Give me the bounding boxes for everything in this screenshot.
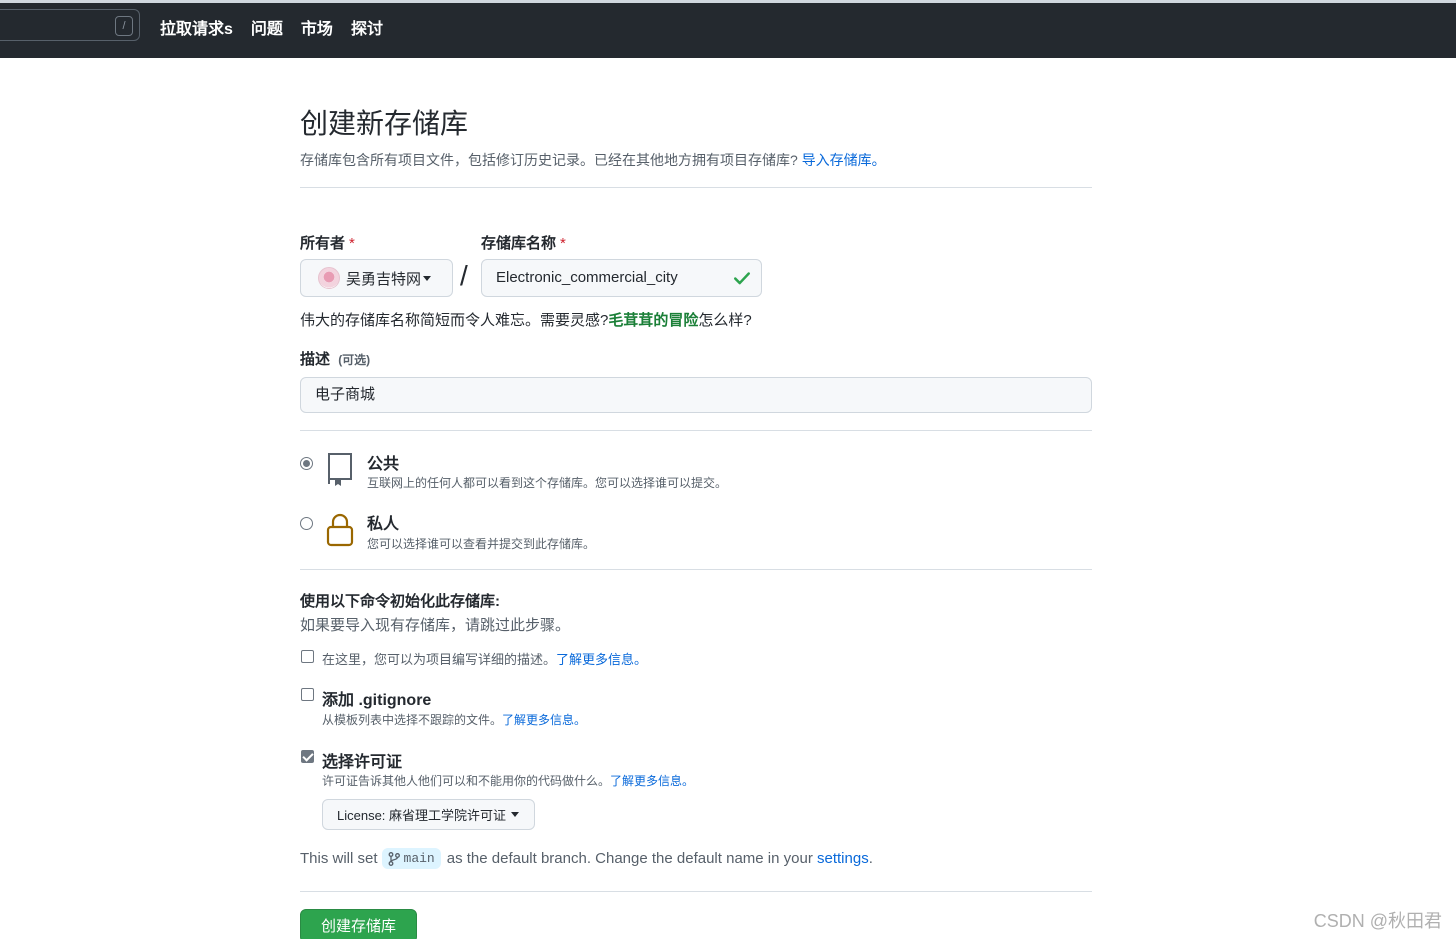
init-heading: 使用以下命令初始化此存储库: <box>300 593 500 610</box>
owner-repo-separator: / <box>460 260 468 291</box>
license-desc: 许可证告诉其他人他们可以和不能用你的代码做什么。 <box>322 774 611 788</box>
description-value: 电子商城 <box>315 386 376 403</box>
hint-suffix: 怎么样? <box>698 312 752 329</box>
readme-learn-more-link[interactable]: 了解更多信息。 <box>556 652 647 667</box>
license-select[interactable]: License: 麻省理工学院许可证 <box>322 799 535 830</box>
divider <box>300 430 1092 431</box>
default-branch-note: This will set main as the default branch… <box>300 848 873 869</box>
license-checkbox[interactable] <box>301 750 314 763</box>
top-navigation-bar: / 拉取请求s 问题 市场 探讨 <box>0 0 1456 58</box>
gitignore-desc: 从模板列表中选择不跟踪的文件。 <box>322 713 503 727</box>
repo-name-label-text: 存储库名称 <box>481 235 557 252</box>
readme-checkbox[interactable] <box>301 650 314 663</box>
owner-name: 吴勇吉特网 <box>346 270 422 288</box>
gitignore-checkbox[interactable] <box>301 688 314 701</box>
repo-name-label: 存储库名称 * <box>481 232 566 253</box>
description-input[interactable]: 电子商城 <box>300 377 1092 413</box>
gitignore-learn-more-link[interactable]: 了解更多信息。 <box>502 713 586 727</box>
readme-text: 在这里，您可以为项目编写详细的描述。 <box>322 652 557 667</box>
branch-name-pill: main <box>381 848 441 869</box>
description-label: 描述 (可选) <box>300 348 370 369</box>
page-subtitle: 存储库包含所有项目文件，包括修订历史记录。已经在其他地方拥有项目存储库? 导入存… <box>300 150 1092 170</box>
create-repo-form: 创建新存储库 存储库包含所有项目文件，包括修订历史记录。已经在其他地方拥有项目存… <box>300 100 1092 939</box>
chevron-down-icon <box>511 812 520 817</box>
owner-select[interactable]: 吴勇吉特网 <box>300 259 453 297</box>
main-nav: 拉取请求s 问题 市场 探讨 <box>160 15 383 39</box>
private-title: 私人 <box>367 516 400 533</box>
repo-icon <box>328 453 352 486</box>
page-title: 创建新存储库 <box>300 108 469 139</box>
import-repo-link[interactable]: 导入存储库。 <box>802 152 886 168</box>
gitignore-desc-row: 从模板列表中选择不跟踪的文件。了解更多信息。 <box>322 711 586 728</box>
license-select-label: License: 麻省理工学院许可证 <box>337 808 507 823</box>
description-label-text: 描述 <box>300 351 331 368</box>
hint-text: 伟大的存储库名称简短而令人难忘。需要灵感? <box>300 312 609 329</box>
repo-name-input[interactable]: Electronic_commercial_city <box>481 259 762 297</box>
branch-middle: as the default branch. Change the defaul… <box>446 850 813 867</box>
private-desc: 您可以选择谁可以查看并提交到此存储库。 <box>367 537 596 551</box>
private-radio[interactable] <box>300 517 313 530</box>
branch-name: main <box>403 851 435 866</box>
divider <box>300 891 1092 892</box>
chevron-down-icon <box>423 275 432 281</box>
settings-link[interactable]: settings <box>817 850 869 867</box>
subtitle-text: 存储库包含所有项目文件，包括修订历史记录。已经在其他地方拥有项目存储库? <box>300 152 798 168</box>
nav-marketplace[interactable]: 市场 <box>301 15 333 39</box>
search-shortcut-key: / <box>115 16 133 36</box>
repo-name-hint: 伟大的存储库名称简短而令人难忘。需要灵感?毛茸茸的冒险怎么样? <box>300 309 752 330</box>
public-radio[interactable] <box>300 457 313 470</box>
owner-label-text: 所有者 <box>300 235 346 252</box>
nav-explore[interactable]: 探讨 <box>351 15 383 39</box>
create-repository-button[interactable]: 创建存储库 <box>300 909 417 939</box>
gitignore-title: 添加 .gitignore <box>322 692 432 709</box>
license-desc-row: 许可证告诉其他人他们可以和不能用你的代码做什么。了解更多信息。 <box>322 772 694 789</box>
public-title: 公共 <box>367 456 400 473</box>
divider <box>300 569 1092 570</box>
required-mark: * <box>560 235 566 252</box>
optional-tag: (可选) <box>338 353 371 367</box>
name-suggestion[interactable]: 毛茸茸的冒险 <box>608 312 698 329</box>
divider <box>300 187 1092 188</box>
avatar <box>318 267 340 289</box>
git-branch-icon <box>388 851 400 866</box>
branch-prefix: This will set <box>300 850 378 867</box>
search-input[interactable]: / <box>0 9 140 41</box>
init-subheading: 如果要导入现有存储库，请跳过此步骤。 <box>300 617 571 634</box>
public-desc: 互联网上的任何人都可以看到这个存储库。您可以选择谁可以提交。 <box>367 476 728 490</box>
branch-suffix: . <box>868 850 873 867</box>
lock-icon <box>326 513 354 547</box>
required-mark: * <box>349 235 355 252</box>
nav-pull-requests[interactable]: 拉取请求s <box>160 15 233 39</box>
license-title: 选择许可证 <box>322 754 403 771</box>
repo-name-value: Electronic_commercial_city <box>496 269 678 286</box>
watermark: CSDN @秋田君 <box>1313 911 1442 931</box>
nav-issues[interactable]: 问题 <box>251 15 283 39</box>
readme-row: 在这里，您可以为项目编写详细的描述。了解更多信息。 <box>322 649 647 668</box>
check-icon <box>734 272 750 285</box>
owner-label: 所有者 * <box>300 232 355 253</box>
license-learn-more-link[interactable]: 了解更多信息。 <box>610 774 694 788</box>
